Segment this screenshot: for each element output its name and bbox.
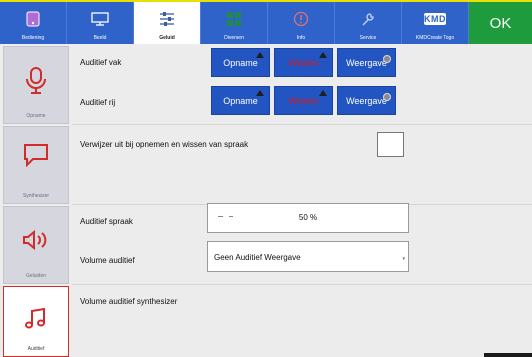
auditief-vak-weergave-button[interactable]: Weergave xyxy=(337,48,396,77)
sidebar-item-synthesizer[interactable]: Synthesizer xyxy=(3,126,69,204)
speech-bubble-icon xyxy=(23,143,49,172)
tab-label: Geluid xyxy=(159,35,175,41)
settings-content: Auditief vak Opname Wissen Weergave Audi… xyxy=(72,44,532,357)
microphone-icon xyxy=(25,67,47,100)
grid-icon xyxy=(223,10,245,28)
auditief-rij-weergave-button[interactable]: Weergave xyxy=(337,86,396,115)
tab-geluid[interactable]: Geluid xyxy=(134,2,201,44)
monitor-icon xyxy=(89,10,111,28)
sidebar-item-auditief[interactable]: Auditief xyxy=(3,286,69,357)
tab-bediening[interactable]: Bediening xyxy=(0,2,67,44)
tab-label: Diversen xyxy=(224,35,244,41)
verwijzer-label: Verwijzer uit bij opnemen en wissen van … xyxy=(80,140,249,149)
corner-arrow-icon xyxy=(256,90,264,96)
sliders-icon xyxy=(156,10,178,28)
auditief-rij-wissen-button[interactable]: Wissen xyxy=(274,86,333,115)
tablet-icon xyxy=(22,10,44,28)
slider-value: 50 % xyxy=(298,213,318,222)
chevron-down-icon: ▾ xyxy=(402,256,405,262)
tab-label: Bediening xyxy=(21,35,45,41)
tab-kmdcreate-togo[interactable]: KMD KMDCreate Togo xyxy=(402,2,469,44)
sidebar-item-label: Geluiden xyxy=(25,273,46,279)
tab-diversen[interactable]: Diversen xyxy=(201,2,268,44)
corner-arrow-icon xyxy=(256,52,264,58)
auditief-spraak-label: Auditief spraak xyxy=(80,217,133,226)
sidebar-item-label: Synthesizer xyxy=(22,193,50,199)
auditief-vak-wissen-button[interactable]: Wissen xyxy=(274,48,333,77)
sidebar-item-label: Auditief xyxy=(27,346,45,352)
corner-arrow-icon xyxy=(319,90,327,96)
tab-service[interactable]: Service xyxy=(335,2,402,44)
status-dot-icon xyxy=(383,93,391,101)
kmd-logo: KMD xyxy=(424,13,446,25)
edge-marker xyxy=(484,353,532,357)
button-label: Wissen xyxy=(288,95,319,106)
tab-label: Info xyxy=(296,35,306,41)
auditief-spraak-slider[interactable]: 50 % xyxy=(207,203,409,233)
button-label: Wissen xyxy=(288,57,319,68)
verwijzer-checkbox[interactable] xyxy=(377,132,404,157)
sidebar: Opname Synthesizer Geluiden Auditief xyxy=(0,44,72,357)
info-icon xyxy=(290,10,312,28)
tab-label: Service xyxy=(359,35,377,41)
divider xyxy=(72,284,532,285)
sidebar-item-opname[interactable]: Opname xyxy=(3,46,69,124)
wrench-icon xyxy=(357,10,379,28)
auditief-rij-opname-button[interactable]: Opname xyxy=(211,86,270,115)
button-label: Opname xyxy=(223,57,258,68)
button-label: Weergave xyxy=(346,57,387,68)
status-dot-icon xyxy=(383,55,391,63)
volume-auditief-synthesizer-label: Volume auditief synthesizer xyxy=(80,297,178,306)
music-note-icon xyxy=(24,307,48,336)
tab-beeld[interactable]: Beeld xyxy=(67,2,134,44)
ok-button[interactable]: OK xyxy=(469,2,532,44)
speaker-icon xyxy=(22,229,50,256)
top-tab-bar: Bediening Beeld Geluid Diversen Info Ser… xyxy=(0,0,532,44)
select-value: Geen Auditief Weergave xyxy=(214,253,301,262)
auditief-vak-label: Auditief vak xyxy=(80,58,122,67)
tab-label: Beeld xyxy=(93,35,107,41)
button-label: Opname xyxy=(223,95,258,106)
volume-auditief-label: Volume auditief xyxy=(80,256,135,265)
auditief-vak-opname-button[interactable]: Opname xyxy=(211,48,270,77)
auditief-rij-label: Auditief rij xyxy=(80,98,116,107)
tab-info[interactable]: Info xyxy=(268,2,335,44)
button-label: Weergave xyxy=(346,95,387,106)
sidebar-item-label: Opname xyxy=(26,113,46,119)
volume-auditief-select[interactable]: Geen Auditief Weergave ▾ xyxy=(207,241,409,272)
tab-label: KMDCreate Togo xyxy=(415,35,455,41)
sidebar-item-geluiden[interactable]: Geluiden xyxy=(3,206,69,284)
divider xyxy=(72,124,532,125)
corner-arrow-icon xyxy=(319,52,327,58)
